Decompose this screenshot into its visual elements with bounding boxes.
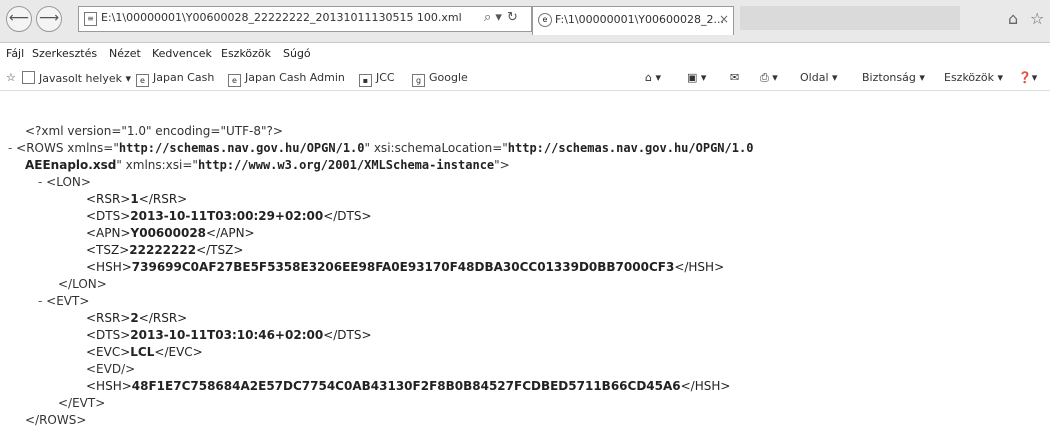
- rows-schema-location: http://schemas.nav.gov.hu/OPGN/1.0: [507, 141, 754, 155]
- lon-close: </LON>: [58, 277, 107, 291]
- rows-namespace: http://schemas.nav.gov.hu/OPGN/1.0: [118, 141, 365, 155]
- xml-text: ">: [494, 158, 510, 172]
- back-button[interactable]: ⟵: [6, 6, 32, 32]
- lon-tsz: <TSZ>22222222</TSZ>: [86, 243, 244, 257]
- close-tab-button[interactable]: ×: [719, 12, 729, 26]
- fav-label: Japan Cash: [153, 71, 215, 84]
- fav-google[interactable]: g Google: [412, 71, 468, 87]
- tab-title: F:\1\00000001\Y00600028_2...: [555, 13, 724, 26]
- browser-tab[interactable]: e F:\1\00000001\Y00600028_2... ×: [532, 6, 734, 35]
- print-icon[interactable]: ⎙ ▾: [760, 71, 778, 85]
- xml-declaration: <?xml version="1.0" encoding="UTF-8"?>: [25, 124, 283, 138]
- xml-text: </EVT>: [58, 396, 106, 410]
- address-bar[interactable]: ≡ E:\1\00000001\Y00600028_22222222_20131…: [78, 6, 532, 32]
- rows-open-line: - <ROWS xmlns="http://schemas.nav.gov.hu…: [8, 141, 753, 155]
- evt-evd: <EVD/>: [86, 362, 135, 376]
- page-icon: e: [228, 74, 241, 87]
- lon-rsr-value: 1: [130, 192, 139, 206]
- fav-japan-cash[interactable]: e Japan Cash: [136, 71, 214, 87]
- xml-document: <?xml version="1.0" encoding="UTF-8"?> -…: [0, 96, 1050, 427]
- lon-dts-value: 2013-10-11T03:00:29+02:00: [130, 209, 324, 223]
- xml-text: </LON>: [58, 277, 107, 291]
- lon-open: - <LON>: [38, 175, 91, 189]
- evt-dts-value: 2013-10-11T03:10:46+02:00: [130, 328, 324, 342]
- google-icon: g: [412, 74, 425, 87]
- menu-favorites[interactable]: Kedvencek: [152, 47, 212, 60]
- xml-text: <EVT>: [46, 294, 90, 308]
- fav-japan-cash-admin[interactable]: e Japan Cash Admin: [228, 71, 345, 87]
- evt-evc: <EVC>LCL</EVC>: [86, 345, 203, 359]
- rows-close: </ROWS>: [25, 413, 86, 427]
- home-icon[interactable]: ⌂: [1008, 9, 1018, 28]
- collapse-rows-toggle[interactable]: -: [8, 141, 16, 155]
- rows-open-line-2: AEEnaplo.xsd" xmlns:xsi="http://www.w3.o…: [25, 158, 510, 172]
- feeds-icon[interactable]: ▣ ▾: [687, 71, 706, 84]
- evt-evc-value: LCL: [130, 345, 155, 359]
- home-cmd-icon[interactable]: ⌂ ▾: [645, 71, 661, 84]
- fav-suggested-sites[interactable]: Javasolt helyek ▾: [22, 71, 131, 85]
- xml-text: <ROWS xmlns=": [16, 141, 119, 155]
- address-text[interactable]: E:\1\00000001\Y00600028_22222222_2013101…: [101, 11, 462, 24]
- new-tab-area[interactable]: [740, 6, 960, 30]
- menu-tools[interactable]: Eszközök: [221, 47, 271, 60]
- evt-hsh-value: 48F1E7C758684A2E57DC7754C0AB43130F2F8B0B…: [131, 379, 681, 393]
- help-icon[interactable]: ❓▾: [1018, 71, 1037, 84]
- evt-open: - <EVT>: [38, 294, 89, 308]
- rows-schema-file: AEEnaplo.xsd: [25, 158, 117, 172]
- collapse-evt-toggle[interactable]: -: [38, 294, 46, 308]
- collapse-lon-toggle[interactable]: -: [38, 175, 46, 189]
- menu-view[interactable]: Nézet: [109, 47, 141, 60]
- evt-close: </EVT>: [58, 396, 105, 410]
- fav-label: Javasolt helyek ▾: [39, 72, 132, 85]
- fav-label: Google: [429, 71, 468, 84]
- menu-edit[interactable]: Szerkesztés: [32, 47, 97, 60]
- page-icon: e: [136, 74, 149, 87]
- lon-rsr: <RSR>1</RSR>: [86, 192, 188, 206]
- lon-apn: <APN>Y00600028</APN>: [86, 226, 255, 240]
- menu-bar: Fájl Szerkesztés Nézet Kedvencek Eszközö…: [0, 44, 1050, 64]
- xml-decl-text: <?xml version="1.0" encoding="UTF-8"?>: [25, 124, 283, 138]
- suggested-sites-icon: [22, 71, 35, 84]
- favorites-star-icon[interactable]: ☆: [1030, 9, 1044, 28]
- xml-text: <LON>: [46, 175, 91, 189]
- lon-apn-value: Y00600028: [130, 226, 207, 240]
- ie-icon: e: [538, 13, 552, 27]
- safety-menu[interactable]: Biztonság ▾: [862, 71, 925, 84]
- lon-tsz-value: 22222222: [129, 243, 197, 257]
- search-icon[interactable]: ⌕ ▾: [484, 10, 502, 25]
- favorites-bar: ☆ Javasolt helyek ▾ e Japan Cash e Japan C…: [0, 66, 1050, 91]
- evt-rsr-value: 2: [130, 311, 139, 325]
- xml-text: </ROWS>: [25, 413, 87, 427]
- mail-icon[interactable]: ✉: [730, 71, 739, 84]
- fav-label: JCC: [376, 71, 395, 84]
- page-icon: ≡: [84, 12, 97, 26]
- tools-menu[interactable]: Eszközök ▾: [944, 71, 1003, 84]
- xml-text: " xmlns:xsi=": [116, 158, 198, 172]
- lon-hsh-value: 739699C0AF27BE5F5358E3206EE98FA0E93170F4…: [131, 260, 675, 274]
- menu-file[interactable]: Fájl: [6, 47, 24, 60]
- page-menu[interactable]: Oldal ▾: [800, 71, 838, 84]
- menu-help[interactable]: Súgó: [283, 47, 311, 60]
- evt-dts: <DTS>2013-10-11T03:10:46+02:00</DTS>: [86, 328, 372, 342]
- evt-rsr: <RSR>2</RSR>: [86, 311, 188, 325]
- fav-jcc[interactable]: ▪ JCC: [359, 71, 395, 87]
- favorites-star-add-icon[interactable]: ☆: [6, 71, 16, 84]
- forward-button[interactable]: ⟶: [36, 6, 62, 32]
- xml-text: <EVD/>: [86, 362, 136, 376]
- xml-text: " xsi:schemaLocation=": [364, 141, 508, 155]
- lon-hsh: <HSH>739699C0AF27BE5F5358E3206EE98FA0E93…: [86, 260, 725, 274]
- refresh-icon[interactable]: ↻: [507, 10, 518, 25]
- rows-xsi-namespace: http://www.w3.org/2001/XMLSchema-instanc…: [197, 158, 495, 172]
- lon-dts: <DTS>2013-10-11T03:00:29+02:00</DTS>: [86, 209, 372, 223]
- page-icon: ▪: [359, 74, 372, 87]
- fav-label: Japan Cash Admin: [245, 71, 345, 84]
- evt-hsh: <HSH>48F1E7C758684A2E57DC7754C0AB43130F2…: [86, 379, 731, 393]
